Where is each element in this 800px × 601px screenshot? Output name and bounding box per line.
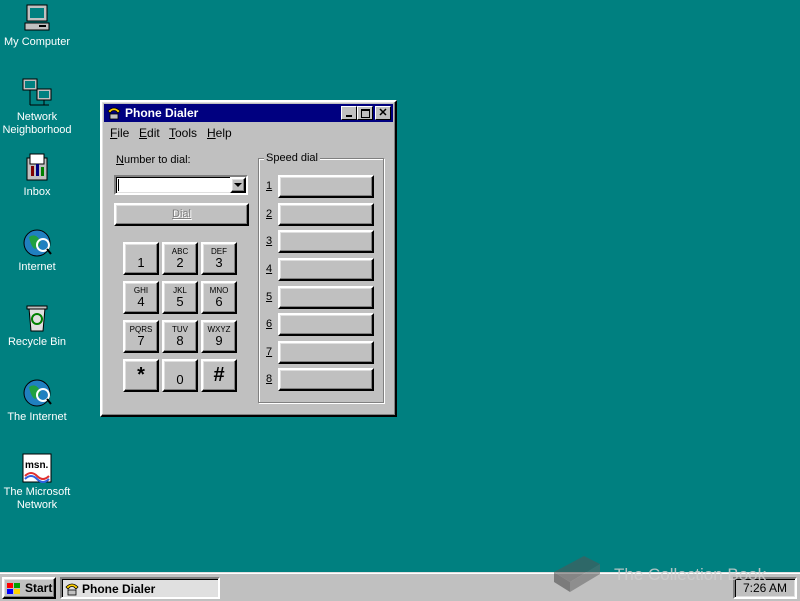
speed-dial-button-5[interactable] (278, 286, 374, 309)
minimize-button[interactable] (341, 106, 357, 120)
speed-dial-number: 6 (266, 318, 273, 330)
desktop-icon-recycle-bin[interactable]: Recycle Bin (0, 302, 77, 349)
speed-dial-number: 1 (266, 180, 273, 192)
speed-dial-number: 4 (266, 263, 273, 275)
desktop-icon-network-neighborhood[interactable]: Network Neighborhood (0, 77, 77, 137)
menu-tools[interactable]: Tools (169, 126, 197, 140)
speed-dial-button-6[interactable] (278, 313, 374, 336)
start-label: Start (25, 581, 53, 595)
computer-icon (21, 2, 53, 34)
speed-dial-number: 2 (266, 208, 273, 220)
maximize-button[interactable] (357, 106, 373, 120)
key-0[interactable]: 0 (162, 359, 198, 392)
desktop-icon-microsoft-network[interactable]: msn. The Microsoft Network (0, 452, 77, 512)
desktop-icon-internet[interactable]: Internet (0, 227, 77, 274)
speed-dial-title: Speed dial (264, 152, 320, 164)
dropdown-button[interactable] (230, 177, 246, 193)
close-icon: ✕ (378, 107, 388, 119)
key-1[interactable]: 1 (123, 242, 159, 275)
menu-edit[interactable]: Edit (139, 126, 160, 140)
windows-logo-icon (7, 583, 20, 594)
inbox-icon (21, 152, 53, 184)
key-4[interactable]: GHI 4 (123, 281, 159, 314)
key-9[interactable]: WXYZ 9 (201, 320, 237, 353)
desktop-icon-label: My Computer (3, 36, 71, 48)
key-star[interactable]: * (123, 359, 159, 392)
desktop-icon-label: Inbox (23, 186, 51, 198)
phone-icon (65, 583, 79, 596)
start-button[interactable]: Start (2, 577, 56, 599)
text-cursor (118, 179, 119, 191)
menu-bar: File Edit Tools Help (104, 124, 393, 142)
speed-dial-button-4[interactable] (278, 258, 374, 281)
desktop-icon-inbox[interactable]: Inbox (0, 152, 77, 199)
menu-file[interactable]: File (110, 126, 129, 140)
speed-dial-button-2[interactable] (278, 203, 374, 226)
taskbar-button-phone-dialer[interactable]: Phone Dialer (60, 577, 220, 599)
speed-dial-number: 8 (266, 373, 273, 385)
number-to-dial-combobox[interactable] (114, 175, 248, 195)
key-hash[interactable]: # (201, 359, 237, 392)
recycle-bin-icon (21, 302, 53, 334)
key-6[interactable]: MNO 6 (201, 281, 237, 314)
desktop-icon-label: Network (16, 499, 58, 511)
key-5[interactable]: JKL 5 (162, 281, 198, 314)
desktop-icon-label: Internet (18, 261, 56, 273)
desktop-icon-the-internet[interactable]: The Internet (0, 377, 77, 424)
desktop-icon-label: Recycle Bin (7, 336, 67, 348)
msn-logo-text: msn. (25, 460, 49, 471)
speed-dial-number: 3 (266, 235, 273, 247)
speed-dial-button-7[interactable] (278, 341, 374, 364)
watermark: The Collection Book (548, 552, 788, 596)
speed-dial-button-1[interactable] (278, 175, 374, 198)
speed-dial-number: 7 (266, 346, 273, 358)
key-3[interactable]: DEF 3 (201, 242, 237, 275)
desktop-icon-my-computer[interactable]: My Computer (0, 2, 77, 49)
book-icon (554, 556, 600, 592)
chevron-down-icon (234, 183, 242, 187)
key-8[interactable]: TUV 8 (162, 320, 198, 353)
msn-icon: msn. (21, 452, 53, 484)
speed-dial-number: 5 (266, 291, 273, 303)
globe-icon (21, 227, 53, 259)
desktop-icon-label: The Internet (7, 411, 67, 423)
minimize-icon (346, 115, 352, 117)
globe-icon (21, 377, 53, 409)
maximize-icon (361, 109, 370, 118)
close-button[interactable]: ✕ (375, 106, 391, 120)
network-icon (21, 77, 53, 109)
menu-help[interactable]: Help (207, 126, 232, 140)
key-7[interactable]: PQRS 7 (123, 320, 159, 353)
dial-button[interactable]: Dial (114, 203, 249, 226)
watermark-text: The Collection Book (614, 565, 767, 584)
title-bar[interactable]: Phone Dialer ✕ (104, 104, 393, 122)
speed-dial-button-8[interactable] (278, 368, 374, 391)
desktop-icon-label: The Microsoft (3, 486, 71, 498)
desktop-icon-label: Neighborhood (2, 124, 72, 136)
desktop-icon-label: Network (16, 111, 58, 123)
number-to-dial-label: Number to dial: (116, 154, 191, 166)
phone-icon[interactable] (107, 106, 121, 120)
speed-dial-button-3[interactable] (278, 230, 374, 253)
task-label: Phone Dialer (82, 582, 156, 596)
key-2[interactable]: ABC 2 (162, 242, 198, 275)
window-title: Phone Dialer (125, 106, 199, 120)
